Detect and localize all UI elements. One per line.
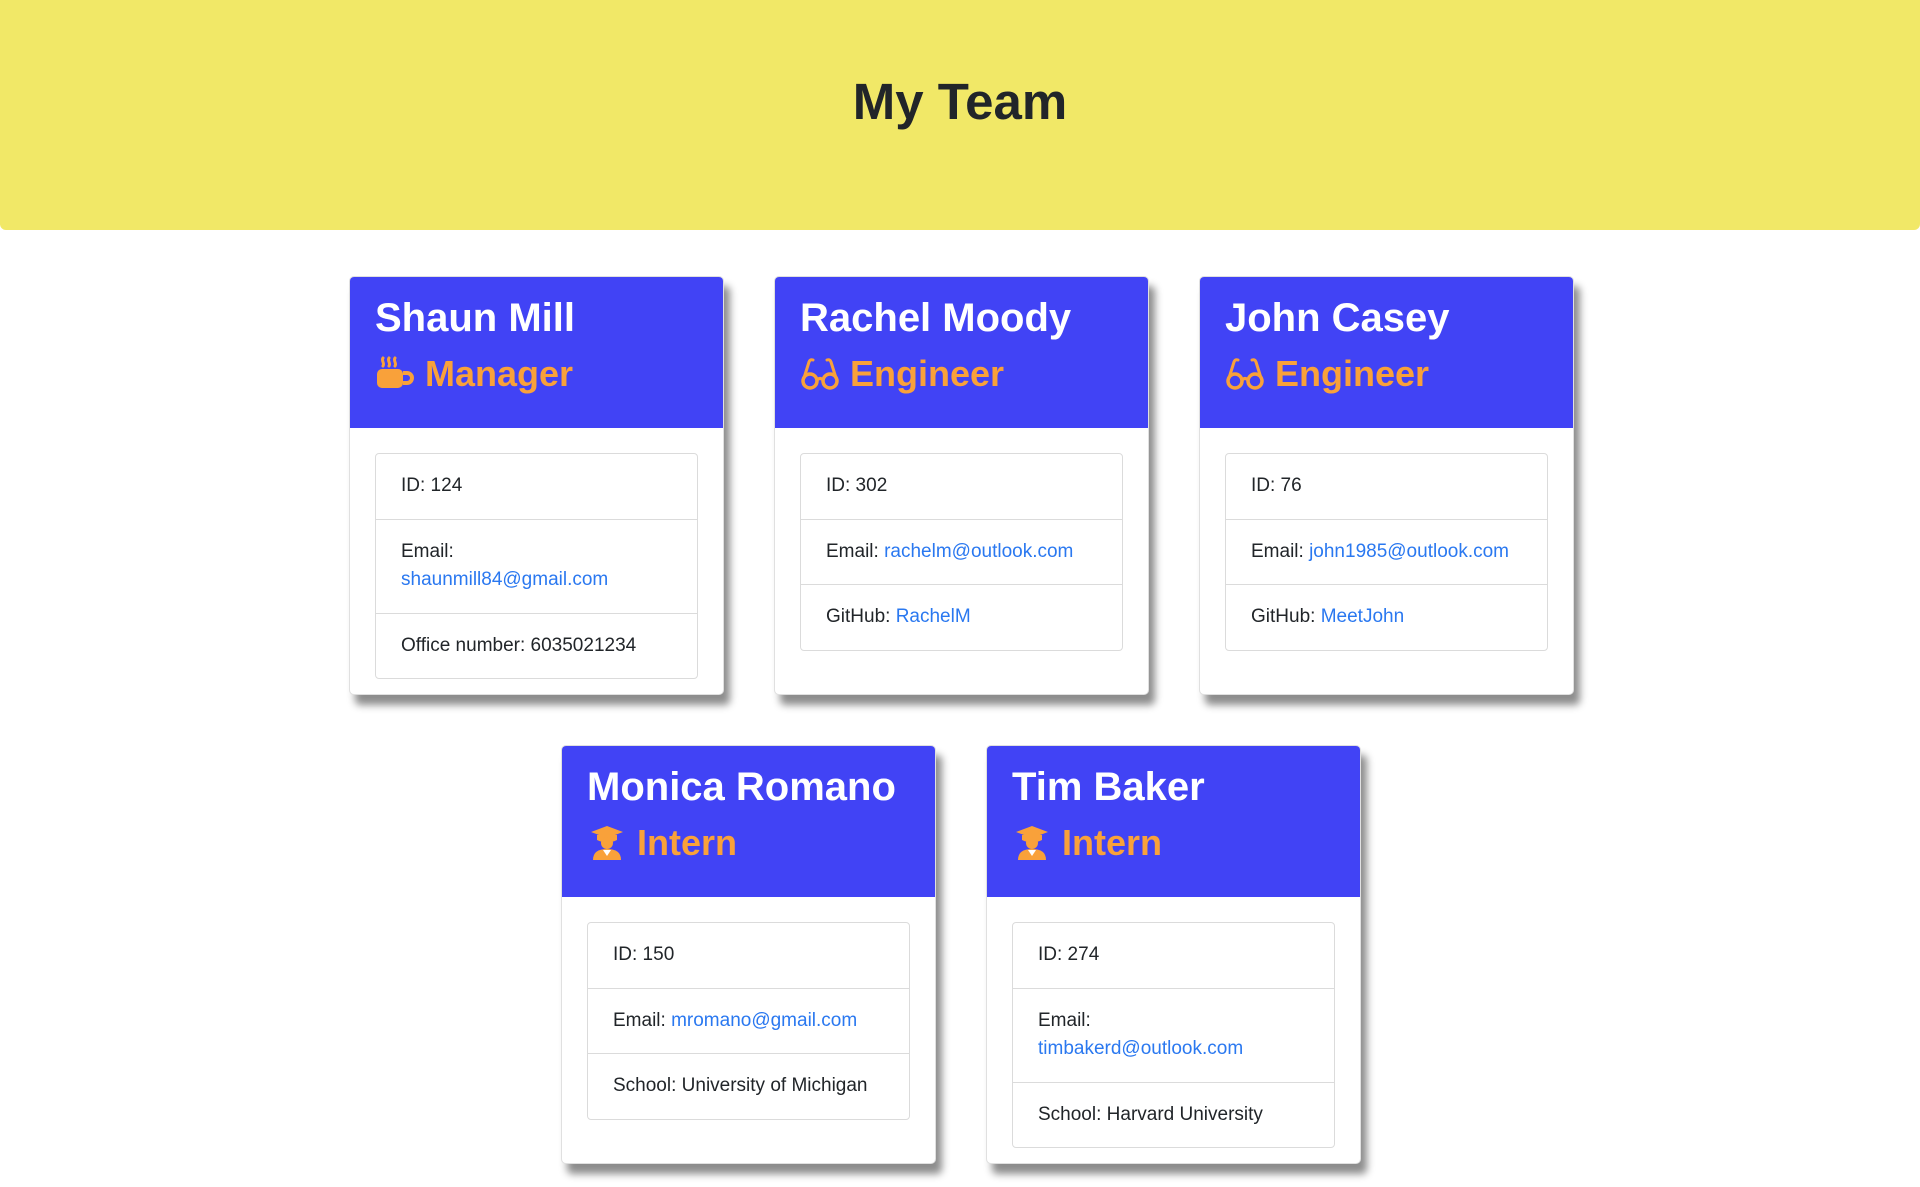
employee-name: Rachel Moody — [800, 296, 1072, 340]
employee-email: Email: john1985@outlook.com — [1226, 518, 1547, 585]
school: School: Harvard University — [1013, 1081, 1334, 1148]
employee-email: Email: shaunmill84@gmail.com — [376, 518, 697, 613]
employee-role: Intern — [587, 821, 910, 864]
graduate-icon — [587, 825, 627, 861]
github-label: GitHub: — [1251, 606, 1316, 627]
role-label: Intern — [1062, 822, 1163, 863]
card-header: Tim Baker Intern — [987, 746, 1360, 897]
info-list: ID: 150 Email: mromano@gmail.com School:… — [587, 922, 910, 1120]
employee-name: Shaun Mill — [375, 296, 575, 340]
employee-email: Email: mromano@gmail.com — [588, 987, 909, 1054]
card-header: Rachel Moody Engineer — [775, 277, 1148, 428]
employee-id: ID: 76 — [1251, 475, 1302, 496]
employee-id: ID: 124 — [401, 475, 463, 496]
employee-card: Tim Baker Intern ID: 274 Email: timbaker… — [986, 745, 1361, 1164]
card-header: John Casey Engineer — [1200, 277, 1573, 428]
email-link[interactable]: john1985@outlook.com — [1309, 541, 1509, 562]
employee-role: Engineer — [800, 352, 1123, 395]
office-number: Office number: 6035021234 — [376, 612, 697, 679]
team-cards: Shaun Mill Manager ID: 124 Email: shaunm… — [0, 0, 1920, 1187]
card-body: ID: 150 Email: mromano@gmail.com School:… — [562, 897, 935, 1145]
card-header: Shaun Mill Manager — [350, 277, 723, 428]
role-label: Intern — [637, 822, 738, 863]
email-label: Email: — [401, 540, 454, 562]
mug-hot-icon — [375, 356, 415, 392]
github: GitHub: RachelM — [801, 584, 1122, 650]
info-list: ID: 274 Email: timbakerd@outlook.com Sch… — [1012, 922, 1335, 1148]
email-label: Email: — [826, 540, 879, 562]
glasses-icon — [800, 356, 840, 392]
employee-name: Tim Baker — [1012, 765, 1205, 809]
email-link[interactable]: mromano@gmail.com — [671, 1010, 857, 1031]
employee-card: John Casey Engineer ID: 76 Email: john19… — [1199, 276, 1574, 695]
email-link[interactable]: shaunmill84@gmail.com — [401, 569, 608, 590]
info-list: ID: 124 Email: shaunmill84@gmail.com Off… — [375, 453, 698, 679]
graduate-icon — [1012, 825, 1052, 861]
card-body: ID: 274 Email: timbakerd@outlook.com Sch… — [987, 897, 1360, 1163]
card-body: ID: 302 Email: rachelm@outlook.com GitHu… — [775, 428, 1148, 676]
email-link[interactable]: timbakerd@outlook.com — [1038, 1038, 1243, 1059]
employee-id: ID: 274 — [1038, 944, 1100, 965]
role-label: Manager — [425, 353, 574, 394]
employee-card: Monica Romano Intern ID: 150 Email: mrom… — [561, 745, 936, 1164]
github-link[interactable]: RachelM — [896, 606, 971, 627]
employee-id: ID: 302 — [826, 475, 888, 496]
role-label: Engineer — [850, 353, 1005, 394]
github-link[interactable]: MeetJohn — [1321, 606, 1404, 627]
info-list: ID: 76 Email: john1985@outlook.com GitHu… — [1225, 453, 1548, 651]
info-list: ID: 302 Email: rachelm@outlook.com GitHu… — [800, 453, 1123, 651]
employee-name: Monica Romano — [587, 765, 896, 809]
employee-role: Manager — [375, 352, 698, 395]
employee-role: Intern — [1012, 821, 1335, 864]
employee-card: Rachel Moody Engineer ID: 302 Email: rac… — [774, 276, 1149, 695]
employee-name: John Casey — [1225, 296, 1450, 340]
card-body: ID: 124 Email: shaunmill84@gmail.com Off… — [350, 428, 723, 694]
email-label: Email: — [613, 1009, 666, 1031]
employee-email: Email: timbakerd@outlook.com — [1013, 987, 1334, 1082]
email-link[interactable]: rachelm@outlook.com — [884, 541, 1073, 562]
card-header: Monica Romano Intern — [562, 746, 935, 897]
github-label: GitHub: — [826, 606, 891, 627]
email-label: Email: — [1251, 540, 1304, 562]
github: GitHub: MeetJohn — [1226, 584, 1547, 650]
card-body: ID: 76 Email: john1985@outlook.com GitHu… — [1200, 428, 1573, 676]
employee-email: Email: rachelm@outlook.com — [801, 518, 1122, 585]
email-label: Email: — [1038, 1009, 1091, 1031]
role-label: Engineer — [1275, 353, 1430, 394]
employee-role: Engineer — [1225, 352, 1548, 395]
employee-id: ID: 150 — [613, 944, 675, 965]
glasses-icon — [1225, 356, 1265, 392]
school: School: University of Michigan — [588, 1053, 909, 1119]
employee-card: Shaun Mill Manager ID: 124 Email: shaunm… — [349, 276, 724, 695]
